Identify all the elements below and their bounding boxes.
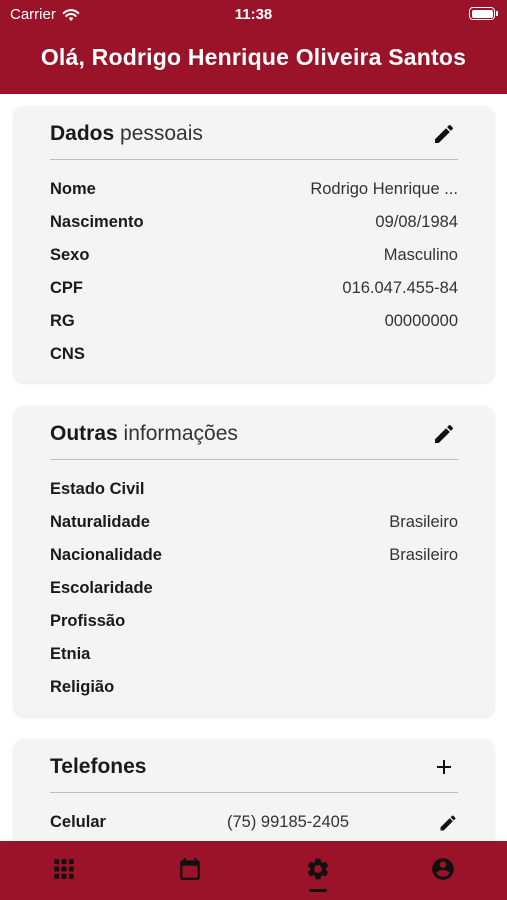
personal-data-list: Nome Rodrigo Henrique ... Nascimento 09/… [50,176,458,374]
grid-icon [54,859,74,879]
calendar-icon [180,858,200,880]
plus-icon [437,760,451,774]
field-row-nome: Nome Rodrigo Henrique ... [50,176,458,209]
field-label: Sexo [50,246,90,264]
other-title-light: informações [117,422,238,445]
field-row-rg: RG 00000000 [50,308,458,341]
phones-title: Telefones [50,755,146,779]
phones-header: Telefones [50,751,458,793]
field-label: CNS [50,345,85,363]
edit-phone-icon[interactable] [438,813,458,833]
field-value: Brasileiro [389,546,458,564]
field-row-cpf: CPF 016.047.455-84 [50,275,458,308]
add-phone-button[interactable] [430,753,458,781]
field-value: 09/08/1984 [375,213,458,231]
phone-type-label: Celular [50,813,106,831]
field-value: 016.047.455-84 [342,279,458,297]
tab-home[interactable] [34,841,94,900]
pencil-icon [435,124,454,143]
personal-title-light: pessoais [114,122,203,145]
field-row-religiao: Religião [50,674,458,707]
page-title: Olá, Rodrigo Henrique Oliveira Santos [40,44,467,70]
field-label: Religião [50,678,115,696]
field-value: Rodrigo Henrique ... [310,180,458,198]
field-label: Naturalidade [50,513,150,531]
personal-data-title: Dados pessoais [50,122,203,146]
field-row-estado-civil: Estado Civil [50,476,458,509]
profile-content[interactable]: Dados pessoais Nome Rodrigo Henrique ...… [0,94,507,841]
account-circle-icon [432,858,454,880]
field-label: Nacionalidade [50,546,162,564]
phones-card: Telefones Celular (75) 99185-2405 [14,739,494,841]
tab-account[interactable] [413,841,473,900]
field-row-nascimento: Nascimento 09/08/1984 [50,209,458,242]
field-label: CPF [50,279,83,297]
field-row-sexo: Sexo Masculino [50,242,458,275]
other-title-strong: Outras [50,422,118,445]
tab-calendar[interactable] [160,841,220,900]
field-label: Etnia [50,645,91,663]
field-row-escolaridade: Escolaridade [50,575,458,608]
field-label: Escolaridade [50,579,153,597]
pencil-icon [435,424,454,443]
status-bar: Carrier 11:38 [0,0,507,28]
personal-data-card: Dados pessoais Nome Rodrigo Henrique ...… [14,106,494,382]
edit-other-info-button[interactable] [430,420,458,448]
other-info-header: Outras informações [50,418,458,460]
field-value: Brasileiro [389,513,458,531]
field-row-cns: CNS [50,341,458,374]
edit-personal-button[interactable] [430,120,458,148]
other-info-card: Outras informações Estado Civil Naturali… [14,406,494,716]
field-row-naturalidade: Naturalidade Brasileiro [50,509,458,542]
field-row-profissao: Profissão [50,608,458,641]
field-label: Nascimento [50,213,144,231]
active-tab-indicator [309,889,327,892]
phone-row: Celular (75) 99185-2405 [50,809,458,839]
battery-icon [469,7,498,20]
bottom-tab-bar [0,841,507,900]
personal-title-strong: Dados [50,122,115,145]
other-info-title: Outras informações [50,422,238,446]
field-label: Estado Civil [50,480,145,498]
field-row-etnia: Etnia [50,641,458,674]
field-label: Profissão [50,612,126,630]
other-info-list: Estado Civil Naturalidade Brasileiro Nac… [50,476,458,707]
field-label: RG [50,312,75,330]
app-header: Carrier 11:38 Olá, Rodrigo Henrique Oliv… [0,0,507,94]
settings-icon [307,858,329,880]
field-value: 00000000 [384,312,458,330]
personal-data-header: Dados pessoais [50,118,458,160]
phone-number: (75) 99185-2405 [227,813,350,831]
field-row-nacionalidade: Nacionalidade Brasileiro [50,542,458,575]
tab-settings[interactable] [288,841,348,900]
field-value: Masculino [383,246,458,264]
status-time: 11:38 [234,6,273,23]
phones-title-strong: Telefones [50,755,147,778]
field-label: Nome [50,180,96,198]
